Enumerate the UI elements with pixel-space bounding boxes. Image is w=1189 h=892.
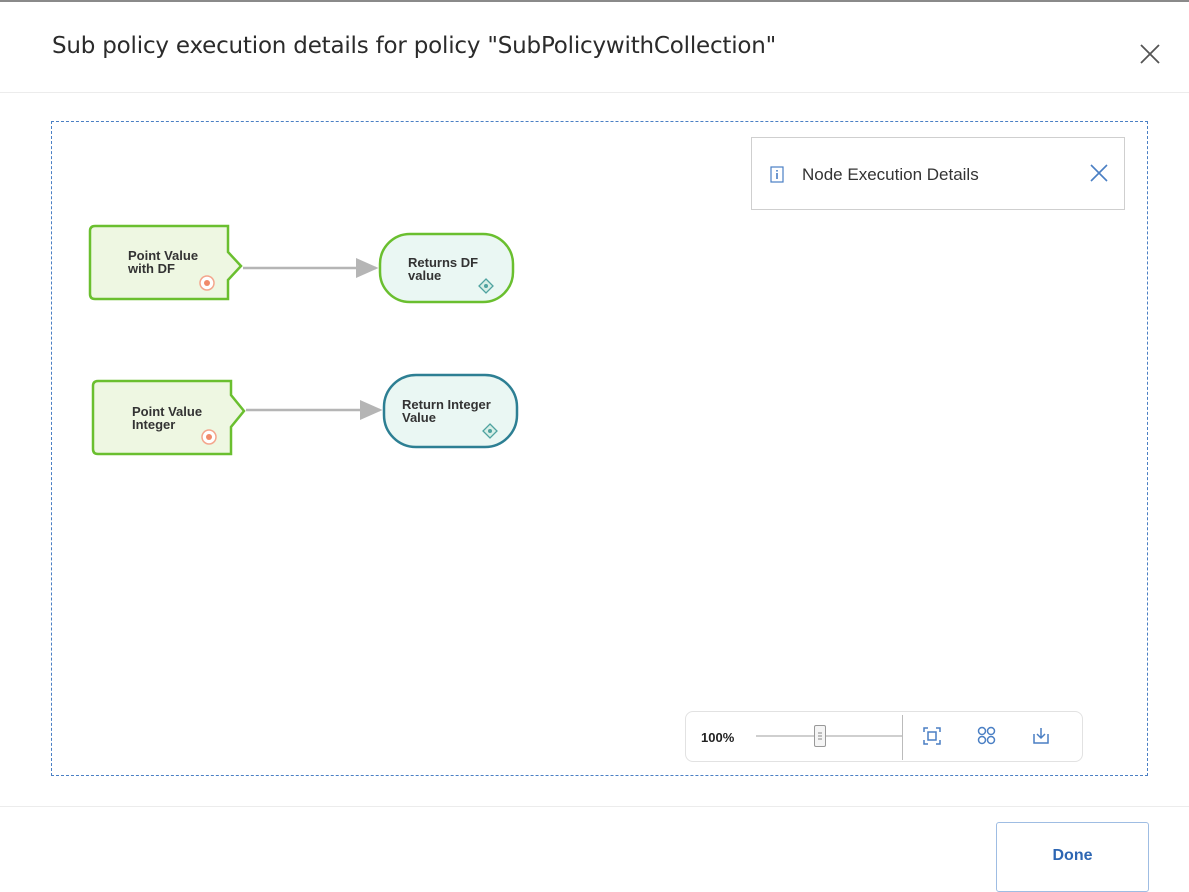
grid-layout-icon	[977, 726, 996, 745]
zoom-slider-track[interactable]	[756, 735, 902, 737]
footer-divider	[0, 806, 1189, 807]
grid-layout-button[interactable]	[976, 725, 998, 747]
zoom-level: 100%	[701, 730, 735, 745]
fit-to-screen-button[interactable]	[921, 725, 943, 747]
toolbar-divider	[902, 715, 903, 760]
node-label-line2: with DF	[128, 261, 175, 276]
fit-to-screen-icon	[923, 727, 941, 745]
panel-title: Node Execution Details	[802, 165, 979, 184]
node-execution-details-panel: Node Execution Details	[751, 137, 1125, 210]
node-label-line2: Integer	[132, 417, 176, 432]
download-icon	[1033, 728, 1049, 744]
zoom-toolbar: 100%	[685, 711, 1083, 762]
grip-icon	[818, 732, 822, 740]
close-icon	[1090, 164, 1108, 182]
download-button[interactable]	[1030, 725, 1052, 747]
info-document-icon	[770, 166, 784, 183]
node-label-line2: Value	[402, 410, 436, 425]
zoom-slider-thumb[interactable]	[814, 725, 826, 747]
panel-close-button[interactable]	[1089, 163, 1109, 183]
node-label-line2: value	[408, 268, 442, 283]
